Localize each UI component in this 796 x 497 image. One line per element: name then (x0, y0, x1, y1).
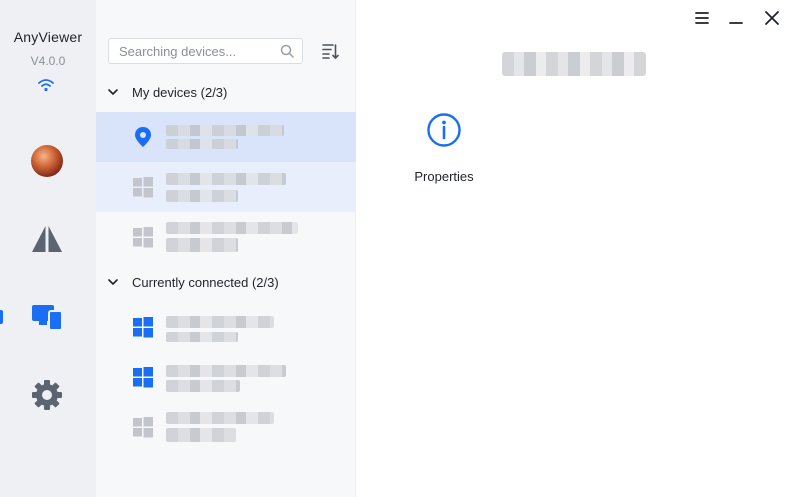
device-row[interactable] (96, 302, 356, 352)
device-id-redacted (166, 190, 238, 202)
device-list-panel: My devices (2/3) Currently connected (2/… (96, 0, 356, 497)
rail-settings-button[interactable] (24, 372, 70, 418)
rail-connect-button[interactable] (24, 216, 70, 262)
properties-button[interactable]: Properties (407, 112, 481, 188)
wifi-icon (38, 79, 54, 92)
group-label: My devices (2/3) (132, 84, 228, 100)
device-row[interactable] (96, 402, 356, 452)
device-name-redacted (166, 125, 284, 136)
properties-label: Properties (414, 169, 474, 184)
windows-icon (133, 317, 153, 338)
rail-active-indicator (0, 310, 3, 324)
device-id-redacted (166, 238, 238, 252)
group-currently-connected[interactable]: Currently connected (2/3) (108, 272, 279, 292)
search-input[interactable] (109, 39, 269, 63)
app-name: AnyViewer (13, 29, 83, 45)
group-my-devices[interactable]: My devices (2/3) (108, 82, 227, 102)
info-icon (427, 113, 461, 147)
device-name-redacted (166, 365, 286, 377)
minimize-icon[interactable] (727, 9, 745, 27)
rail-profile-button[interactable] (24, 138, 70, 184)
device-row[interactable] (96, 212, 356, 262)
chevron-down-icon (108, 279, 118, 286)
device-row[interactable] (96, 162, 356, 212)
device-title-redacted (502, 52, 646, 76)
connect-icon (32, 226, 62, 252)
search-icon[interactable] (280, 44, 294, 58)
windows-icon (133, 417, 153, 438)
device-detail-area: Properties (357, 0, 796, 497)
device-id-redacted (166, 428, 236, 442)
search-box[interactable] (108, 38, 303, 64)
windows-icon (133, 177, 153, 198)
device-id-redacted (166, 139, 238, 149)
chevron-down-icon (108, 89, 118, 96)
device-row[interactable] (96, 112, 356, 162)
device-name-redacted (166, 173, 286, 185)
sort-list-icon[interactable] (321, 42, 339, 60)
device-id-redacted (166, 380, 240, 392)
location-pin-icon (135, 127, 151, 147)
windows-icon (133, 227, 153, 248)
app-version: V4.0.0 (30, 54, 66, 68)
group-label: Currently connected (2/3) (132, 274, 279, 290)
device-name-redacted (166, 222, 298, 234)
device-name-redacted (166, 412, 274, 424)
menu-icon[interactable] (693, 9, 711, 27)
device-id-redacted (166, 332, 238, 342)
gear-icon (32, 380, 62, 410)
device-name-redacted (166, 316, 274, 328)
rail-devices-button[interactable] (24, 294, 70, 340)
devices-icon (32, 305, 63, 331)
left-rail: AnyViewer V4.0.0 (0, 0, 96, 497)
windows-icon (133, 367, 153, 388)
avatar (31, 145, 63, 177)
device-row[interactable] (96, 352, 356, 402)
close-icon[interactable] (763, 9, 781, 27)
